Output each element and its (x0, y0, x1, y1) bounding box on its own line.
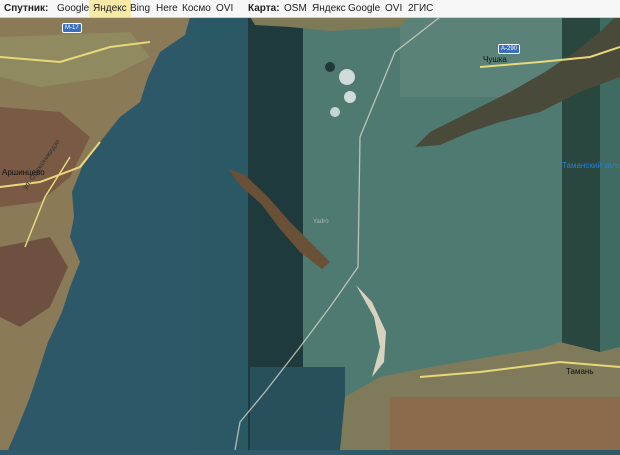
map-ovi-link[interactable]: OVI (381, 0, 406, 17)
satellite-yandex-link[interactable]: Яндекс (89, 0, 131, 17)
satellite-kosmo-link[interactable]: Космо (178, 0, 215, 17)
route-shield-a290: A-290 (498, 44, 521, 54)
place-label-chushka: Чушка (483, 55, 507, 64)
satellite-ovi-link[interactable]: OVI (212, 0, 237, 17)
route-shield-m17: M-17 (62, 23, 82, 33)
satellite-google-link[interactable]: Google (53, 0, 93, 17)
satellite-bing-link[interactable]: Bing (126, 0, 154, 17)
cloud (330, 107, 340, 117)
map-google-link[interactable]: Google (344, 0, 384, 17)
map-imagery (0, 16, 620, 451)
place-label-yadro: Yadro (313, 219, 329, 225)
imagery-strip (195, 17, 250, 450)
place-label-taman: Тамань (566, 367, 594, 376)
satellite-map[interactable]: M-17 A-290 Чушка Аршинцево Тамань Таманс… (0, 16, 620, 451)
imagery-strip (250, 367, 345, 450)
field-area (390, 397, 620, 450)
provider-bar: Спутник: Google Яндекс Bing Here Космо O… (0, 0, 620, 18)
cloud (344, 91, 356, 103)
satellite-label: Спутник: (4, 3, 49, 14)
place-label-taman-bay: Таманский залив (562, 161, 620, 170)
map-osm-link[interactable]: OSM (280, 0, 311, 17)
map-label: Карта: (248, 3, 280, 14)
cloud (339, 69, 355, 85)
map-2gis-link[interactable]: 2ГИС (404, 0, 437, 17)
cloud-shadow (325, 62, 335, 72)
